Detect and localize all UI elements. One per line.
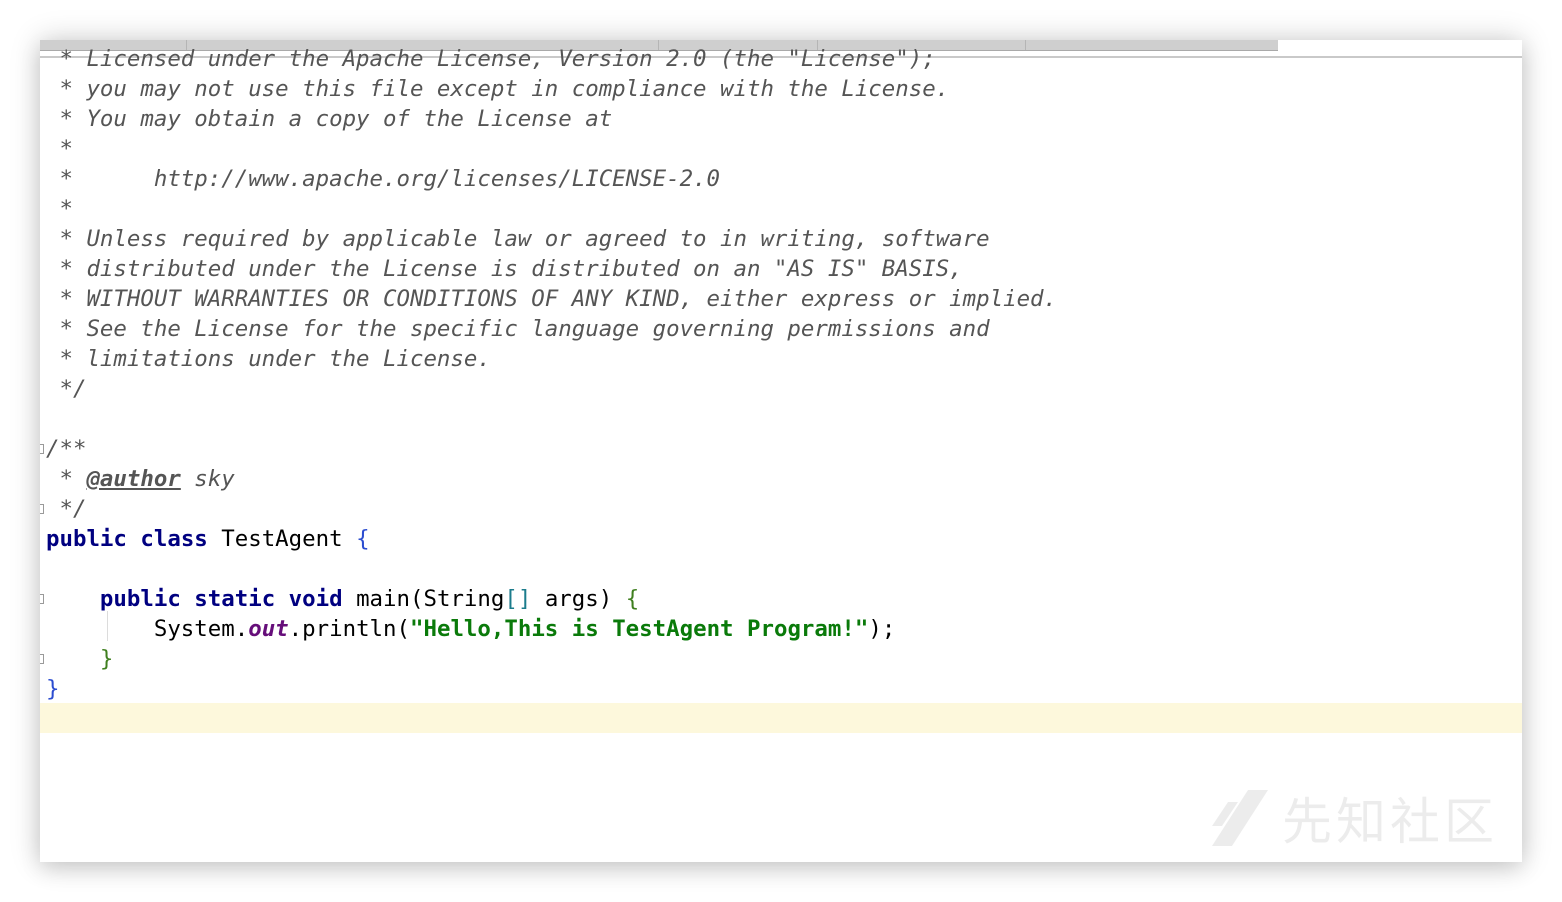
string-literal: "Hello,This is TestAgent Program!" [410,616,869,642]
keyword-static: static [194,586,276,612]
method-close-brace: } [99,646,114,672]
javadoc-open: /** [46,436,87,462]
class-open-brace: { [356,526,370,552]
tab-separator [1025,40,1026,50]
license-comment-line: * [46,196,73,222]
keyword-public: public [46,526,127,552]
license-comment-line: * Unless required by applicable law or a… [46,226,990,252]
javadoc-author-line: * @author sky [46,464,235,494]
system-receiver: System. [153,616,249,642]
xianzhi-logo-icon [1212,790,1268,846]
code-editor[interactable]: * Licensed under the Apache License, Ver… [40,46,1522,862]
javadoc-prefix: * [46,466,87,492]
caret-line-highlight [40,703,1522,733]
fold-marker-icon[interactable] [40,594,44,604]
keyword-public: public [99,586,181,612]
statement-end: ); [868,616,896,642]
author-tag: @author [86,466,181,492]
license-comment-line: */ [46,376,87,402]
watermark-text: 先知社区 [1282,793,1498,851]
println-statement: System.out.println("Hello,This is TestAg… [46,614,895,644]
keyword-void: void [288,586,343,612]
class-name: TestAgent [221,526,343,552]
fold-marker-icon[interactable] [40,654,44,664]
watermark: 先知社区 [1208,786,1498,851]
license-comment-line: * [46,136,73,162]
author-name: sky [180,466,235,492]
class-close-line: } [46,674,59,704]
license-comment-line: * See the License for the specific langu… [46,316,990,342]
license-comment-line: * distributed under the License is distr… [46,256,963,282]
method-name: main(String [356,586,505,612]
license-comment-line: * you may not use this file except in co… [46,76,950,102]
main-method-declaration: public static void main(String[] args) { [46,584,639,614]
array-brackets: [] [504,586,532,612]
license-comment-line: * Licensed under the Apache License, Ver… [46,46,936,72]
println-call: .println( [288,616,410,642]
class-close-brace: } [46,676,60,702]
method-close-line: } [46,644,113,674]
out-field: out [248,616,289,642]
license-comment-line: * http://www.apache.org/licenses/LICENSE… [46,166,721,192]
class-declaration: public class TestAgent { [46,524,370,554]
ide-window: * Licensed under the Apache License, Ver… [40,40,1522,862]
javadoc-close: */ [46,496,87,522]
keyword-class: class [140,526,208,552]
license-comment-line: * limitations under the License. [46,346,491,372]
license-comment-line: * WITHOUT WARRANTIES OR CONDITIONS OF AN… [46,286,1058,312]
method-open-brace: { [625,586,640,612]
fold-marker-icon[interactable] [40,444,44,454]
fold-marker-icon[interactable] [40,504,44,514]
method-args: args) [531,586,626,612]
license-comment-line: * You may obtain a copy of the License a… [46,106,613,132]
